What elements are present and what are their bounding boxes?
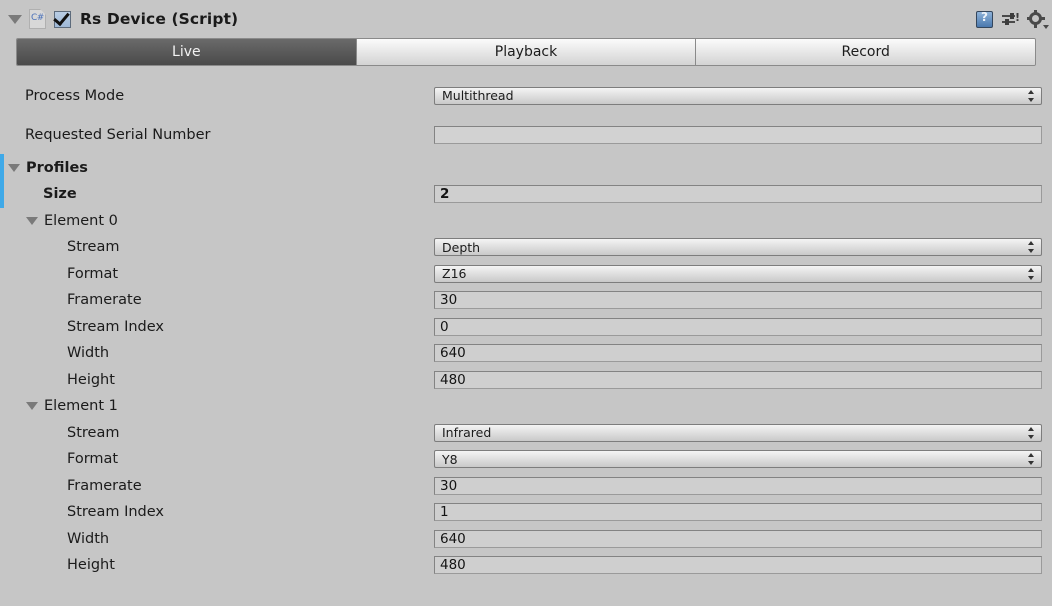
component-title: Rs Device (Script) [80, 10, 239, 28]
label-element-1: Element 1 [44, 398, 118, 415]
profiles-size-input[interactable]: 2 [434, 185, 1042, 204]
gear-icon[interactable] [1027, 9, 1049, 29]
tab-playback[interactable]: Playback [356, 39, 697, 65]
process-mode-dropdown[interactable]: Multithread [434, 86, 1042, 105]
row-element-1-width: Width 640 [0, 526, 1052, 553]
element-0-stream-index-input[interactable]: 0 [434, 317, 1042, 336]
mode-toolbar: Live Playback Record [16, 38, 1036, 66]
row-element-1: Element 1 [0, 393, 1052, 420]
label-element-1-format: Format [67, 451, 119, 468]
element-0-format-dropdown[interactable]: Z16 [434, 264, 1042, 283]
label-element-0-stream-index: Stream Index [67, 318, 164, 335]
element-0-format-value: Z16 [442, 266, 467, 282]
element-0-stream-index-value: 0 [440, 318, 449, 335]
element-1-stream-index-input[interactable]: 1 [434, 503, 1042, 522]
row-element-0-framerate: Framerate 30 [0, 287, 1052, 314]
row-process-mode: Process Mode Multithread [0, 76, 1052, 115]
element-0-framerate-input[interactable]: 30 [434, 291, 1042, 310]
row-element-0: Element 0 [0, 208, 1052, 235]
profiles-size-value: 2 [440, 186, 450, 203]
element-1-height-input[interactable]: 480 [434, 556, 1042, 575]
row-element-0-stream-index: Stream Index 0 [0, 314, 1052, 341]
element-1-stream-value: Infrared [442, 425, 492, 441]
label-profiles: Profiles [26, 159, 88, 176]
label-element-1-stream-index: Stream Index [67, 504, 164, 521]
gear-tooth-west [1027, 16, 1031, 20]
label-element-0-format: Format [67, 265, 119, 282]
row-element-1-format: Format Y8 [0, 446, 1052, 473]
tab-record[interactable]: Record [696, 39, 1035, 65]
tab-live[interactable]: Live [17, 39, 357, 65]
element-0-height-input[interactable]: 480 [434, 370, 1042, 389]
element-1-width-value: 640 [440, 530, 466, 547]
element-0-foldout-icon[interactable] [26, 216, 38, 225]
chevron-updown-icon [1028, 453, 1035, 466]
row-element-1-stream: Stream Infrared [0, 420, 1052, 447]
row-element-1-stream-index: Stream Index 1 [0, 499, 1052, 526]
header-icon-group: ! [976, 0, 1049, 38]
element-0-stream-value: Depth [442, 239, 481, 255]
row-element-1-height: Height 480 [0, 552, 1052, 579]
row-element-0-stream: Stream Depth [0, 234, 1052, 261]
label-element-1-framerate: Framerate [67, 477, 142, 494]
label-requested-serial-number: Requested Serial Number [25, 126, 211, 143]
element-0-width-input[interactable]: 640 [434, 344, 1042, 363]
row-profiles: Profiles [0, 154, 1052, 208]
chevron-updown-icon [1028, 426, 1035, 439]
preset-knob-top [1010, 12, 1014, 19]
row-element-0-width: Width 640 [0, 340, 1052, 367]
row-profiles-size: Size 2 [0, 181, 1052, 208]
csharp-script-icon [29, 9, 46, 29]
element-1-framerate-value: 30 [440, 477, 458, 494]
label-element-0-framerate: Framerate [67, 292, 142, 309]
element-1-format-dropdown[interactable]: Y8 [434, 450, 1042, 469]
element-1-width-input[interactable]: 640 [434, 529, 1042, 548]
label-element-0-width: Width [67, 345, 110, 362]
component-foldout-icon[interactable] [8, 14, 22, 24]
row-element-0-height: Height 480 [0, 367, 1052, 394]
element-0-stream-dropdown[interactable]: Depth [434, 238, 1042, 257]
element-1-framerate-input[interactable]: 30 [434, 476, 1042, 495]
requested-serial-number-input[interactable] [434, 125, 1042, 144]
chevron-updown-icon [1028, 241, 1035, 254]
chevron-updown-icon [1028, 267, 1035, 280]
label-element-1-stream: Stream [67, 424, 120, 441]
chevron-down-icon [1043, 24, 1049, 29]
element-0-width-value: 640 [440, 345, 466, 362]
label-process-mode: Process Mode [25, 87, 125, 104]
row-requested-serial-number: Requested Serial Number [0, 115, 1052, 154]
element-0-framerate-value: 30 [440, 292, 458, 309]
element-1-format-value: Y8 [442, 451, 458, 467]
property-rows: Process Mode Multithread Requested Seria… [0, 76, 1052, 579]
component-header: Rs Device (Script) ! [0, 0, 1052, 38]
component-enabled-checkbox[interactable] [53, 8, 71, 28]
gear-tooth-north [1034, 9, 1037, 14]
gear-tooth-south [1034, 23, 1037, 28]
inspector-panel: Rs Device (Script) ! Live Playback [0, 0, 1052, 606]
element-1-foldout-icon[interactable] [26, 402, 38, 411]
label-element-1-height: Height [67, 557, 115, 574]
preset-knob-bottom [1005, 18, 1009, 25]
element-0-height-value: 480 [440, 371, 466, 388]
element-1-stream-index-value: 1 [440, 504, 449, 521]
label-element-0: Element 0 [44, 212, 118, 229]
element-1-stream-dropdown[interactable]: Infrared [434, 423, 1042, 442]
preset-icon[interactable]: ! [1002, 10, 1020, 28]
profiles-foldout-icon[interactable] [8, 163, 20, 172]
label-element-0-height: Height [67, 371, 115, 388]
help-icon[interactable] [976, 10, 993, 28]
label-element-1-width: Width [67, 530, 110, 547]
element-1-height-value: 480 [440, 557, 466, 574]
row-element-1-framerate: Framerate 30 [0, 473, 1052, 500]
gear-tooth-east [1041, 16, 1045, 20]
label-element-0-stream: Stream [67, 239, 120, 256]
process-mode-value: Multithread [442, 88, 514, 103]
label-size: Size [43, 186, 77, 203]
preset-exclamation: ! [1014, 10, 1020, 24]
row-element-0-format: Format Z16 [0, 261, 1052, 288]
check-icon [53, 8, 70, 26]
chevron-updown-icon [1028, 89, 1035, 102]
